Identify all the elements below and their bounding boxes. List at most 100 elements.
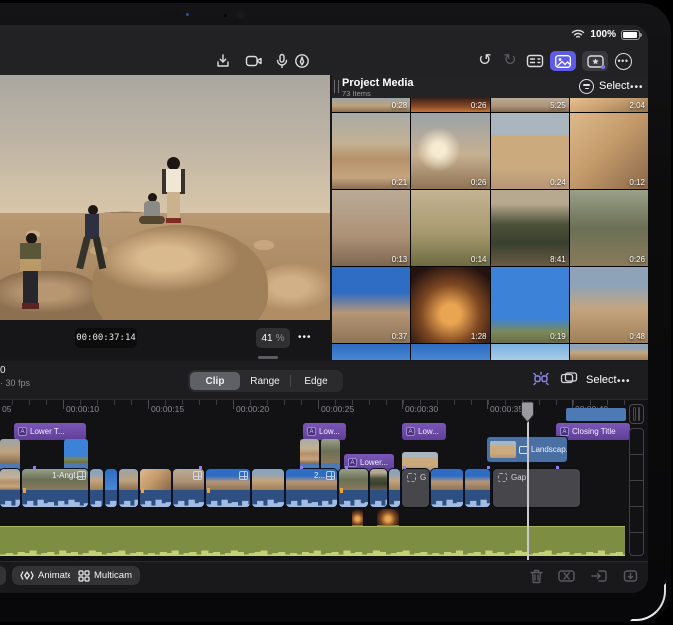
- track-scroller-top[interactable]: [629, 404, 644, 424]
- undo-icon: ↺: [478, 53, 491, 69]
- timeline-clip[interactable]: ▃▆▂▇▄▅▂▆▃▇▅▂▄▇▃▅▆▂▇▄▃▆▅▂▇▃▄▆▂▅▇▃▄▆▂▇▅▃▆▄…: [119, 469, 138, 507]
- trim-overlap-button[interactable]: [560, 371, 578, 386]
- trim-icon: [560, 371, 578, 386]
- status-bar: 100%: [0, 25, 648, 45]
- media-thumbnail[interactable]: 1:28: [411, 267, 489, 343]
- import-button[interactable]: [213, 52, 233, 70]
- playhead-line[interactable]: [527, 402, 529, 560]
- timeline-clip[interactable]: ▃▆▂▇▄▅▂▆▃▇▅▂▄▇▃▅▆▂▇▄▃▆▅▂▇▃▄▆▂▅▇▃▄▆▂▇▅▃▆▄…: [389, 469, 400, 507]
- ruler-label: 00:00:10: [66, 404, 99, 414]
- media-thumbnail[interactable]: 0:26: [570, 190, 648, 266]
- redo-icon: ↻: [503, 53, 516, 69]
- camera-sensor-pill: [158, 11, 180, 18]
- undo-button[interactable]: ↺: [475, 52, 495, 70]
- titles-effects-button[interactable]: [582, 51, 608, 71]
- title-clip[interactable]: A Low...: [402, 423, 446, 440]
- draw-tool-button[interactable]: [292, 52, 312, 70]
- track-scroller-main[interactable]: [629, 428, 644, 556]
- timeline[interactable]: 05 00:00:10 00:00:15 00:00:20 00:00:25 0…: [0, 399, 648, 561]
- connected-clip[interactable]: [321, 439, 340, 471]
- ruler-label: 00:00:20: [236, 404, 269, 414]
- timeline-clip-multicam[interactable]: ▃▆▂▇▄▅▂▆▃▇▅▂▄▇▃▅▆▂▇▄▃▆▅▂▇▃▄▆▂▅▇▃▄▆▂▇▅▃▆▄…: [173, 469, 204, 507]
- media-thumbnail[interactable]: 0:26: [411, 98, 489, 112]
- timeline-clip[interactable]: ▃▆▂▇▄▅▂▆▃▇▅▂▄▇▃▅▆▂▇▄▃▆▅▂▇▃▄▆▂▅▇▃▄▆▂▇▅▃▆▄…: [431, 469, 463, 507]
- playhead-handle[interactable]: [521, 401, 534, 423]
- timeline-more-button[interactable]: •••: [617, 376, 631, 387]
- media-select-button[interactable]: Select: [599, 80, 630, 92]
- timeline-clip[interactable]: ▃▆▂▇▄▅▂▆▃▇▅▂▄▇▃▅▆▂▇▄▃▆▅▂▇▃▄▆▂▅▇▃▄▆▂▇▅▃▆▄…: [465, 469, 490, 507]
- media-thumbnail[interactable]: 0:26: [411, 113, 489, 189]
- timeline-clip-multicam[interactable]: 1-Angl... ▃▆▂▇▄▅▂▆▃▇▅▂▄▇▃▅▆▂▇▄▃▆▅▂▇▃▄▆▂▅…: [22, 469, 88, 507]
- tab-edge[interactable]: Edge: [291, 372, 341, 390]
- gap-clip[interactable]: G: [402, 469, 429, 507]
- notification-dot: [601, 65, 605, 69]
- record-button[interactable]: [244, 52, 264, 70]
- timeline-clip[interactable]: ▃▆▂▇▄▅▂▆▃▇▅▂▄▇▃▅▆▂▇▄▃▆▅▂▇▃▄▆▂▅▇▃▄▆▂▇▅▃▆▄…: [252, 469, 284, 507]
- media-thumbnail[interactable]: 2:04: [570, 98, 648, 112]
- connected-clip[interactable]: [64, 439, 88, 471]
- redo-button[interactable]: ↻: [500, 52, 520, 70]
- media-thumbnail[interactable]: [411, 344, 489, 360]
- viewer-preview[interactable]: [0, 75, 330, 320]
- media-thumbnail[interactable]: [570, 344, 648, 360]
- title-clip[interactable]: A Low...: [303, 423, 346, 440]
- media-thumbnail[interactable]: 0:13: [332, 190, 410, 266]
- media-thumbnail[interactable]: 0:48: [570, 267, 648, 343]
- title-clip[interactable]: A Lower T...: [14, 423, 86, 440]
- browser-button[interactable]: [525, 52, 545, 70]
- media-thumbnail[interactable]: 0:24: [491, 113, 569, 189]
- overwrite-button[interactable]: [622, 567, 640, 585]
- panel-resize-handle[interactable]: [334, 80, 339, 93]
- timeline-select-button[interactable]: Select: [586, 374, 617, 386]
- timeline-clip-multicam[interactable]: 2... ▃▆▂▇▄▅▂▆▃▇▅▂▄▇▃▅▆▂▇▄▃▆▅▂▇▃▄▆▂▅▇▃▄▆▂…: [286, 469, 337, 507]
- media-thumbnail[interactable]: [332, 344, 410, 360]
- ipad-bezel: 100%: [0, 3, 671, 622]
- media-thumbnail[interactable]: 0:14: [411, 190, 489, 266]
- multicam-badge-icon: [326, 471, 335, 480]
- timeline-clip[interactable]: ▃▆▂▇▄▅▂▆▃▇▅▂▄▇▃▅▆▂▇▄▃▆▅▂▇▃▄▆▂▅▇▃▄▆▂▇▅▃▆▄…: [370, 469, 387, 507]
- timeline-clip[interactable]: ▃▆▂▇▄▅▂▆▃▇▅▂▄▇▃▅▆▂▇▄▃▆▅▂▇▃▄▆▂▅▇▃▄▆▂▇▅▃▆▄…: [140, 469, 171, 507]
- media-thumbnail[interactable]: 0:21: [332, 113, 410, 189]
- title-clip-closing[interactable]: A Closing Title: [556, 423, 630, 440]
- delete-button[interactable]: [527, 567, 545, 585]
- zoom-level-control[interactable]: 41 %: [256, 328, 290, 348]
- media-thumbnail[interactable]: [491, 344, 569, 360]
- gap-clip[interactable]: Gap: [493, 469, 580, 507]
- media-thumbnail[interactable]: 0:19: [491, 267, 569, 343]
- media-thumbnail[interactable]: 5:25: [491, 98, 569, 112]
- track-scroller[interactable]: [629, 404, 644, 558]
- timeline-clip[interactable]: ▃▆▂▇▄▅▂▆▃▇▅▂▄▇▃▅▆▂▇▄▃▆▅▂▇▃▄▆▂▅▇▃▄▆▂▇▅▃▆▄…: [0, 469, 20, 507]
- media-thumbnail[interactable]: 0:12: [570, 113, 648, 189]
- timeline-clip-multicam[interactable]: ▃▆▂▇▄▅▂▆▃▇▅▂▄▇▃▅▆▂▇▄▃▆▅▂▇▃▄▆▂▅▇▃▄▆▂▇▅▃▆▄…: [206, 469, 250, 507]
- voiceover-button[interactable]: [272, 52, 292, 70]
- tab-range[interactable]: Range: [240, 372, 290, 390]
- music-audio-track[interactable]: ▂▃▂▄▃▅▂▃▄▂▅▃▄▂▃▅▄▂▃▄▅▂▃▄▂▃▂▄▃▅▂▃▄▂▅▃▄▂▃▅…: [0, 526, 625, 556]
- connected-clip-bar[interactable]: [566, 408, 626, 421]
- insert-button[interactable]: [590, 567, 608, 585]
- media-library-button[interactable]: [550, 51, 576, 71]
- media-more-button[interactable]: •••: [630, 82, 644, 93]
- connected-clip[interactable]: [0, 439, 20, 471]
- tab-clip[interactable]: Clip: [190, 372, 240, 390]
- ruler-label: 00:00:25: [321, 404, 354, 414]
- filter-button[interactable]: [579, 79, 594, 94]
- media-thumbnail[interactable]: 8:41: [491, 190, 569, 266]
- media-thumbnail[interactable]: 0:28: [332, 98, 410, 112]
- pane-resize-handle[interactable]: [258, 356, 278, 359]
- timecode-display[interactable]: 00:00:37:14: [75, 328, 137, 348]
- front-camera: [236, 11, 245, 19]
- timeline-clip[interactable]: ▃▆▂▇▄▅▂▆▃▇▅▂▄▇▃▅▆▂▇▄▃▆▅▂▇▃▄▆▂▅▇▃▄▆▂▇▅▃▆▄…: [105, 469, 117, 507]
- blade-button[interactable]: [557, 567, 575, 585]
- media-thumbnail[interactable]: 0:37: [332, 267, 410, 343]
- multicam-button[interactable]: Multicam: [70, 566, 140, 585]
- timeline-clip[interactable]: ▃▆▂▇▄▅▂▆▃▇▅▂▄▇▃▅▆▂▇▄▃▆▅▂▇▃▄▆▂▅▇▃▄▆▂▇▅▃▆▄…: [339, 469, 368, 507]
- viewer-more-button[interactable]: •••: [298, 332, 312, 343]
- more-button[interactable]: •••: [613, 52, 633, 70]
- overwrite-icon: [623, 569, 640, 583]
- timeline-clip[interactable]: ▃▆▂▇▄▅▂▆▃▇▅▂▄▇▃▅▆▂▇▄▃▆▅▂▇▃▄▆▂▅▇▃▄▆▂▇▅▃▆▄…: [90, 469, 103, 507]
- multicam-grid-icon: [78, 570, 90, 582]
- enhance-button[interactable]: [531, 371, 551, 387]
- gap-icon: [407, 473, 416, 482]
- bottom-toolbar: Animate Multicam: [0, 561, 648, 593]
- clipped-button[interactable]: [0, 566, 6, 585]
